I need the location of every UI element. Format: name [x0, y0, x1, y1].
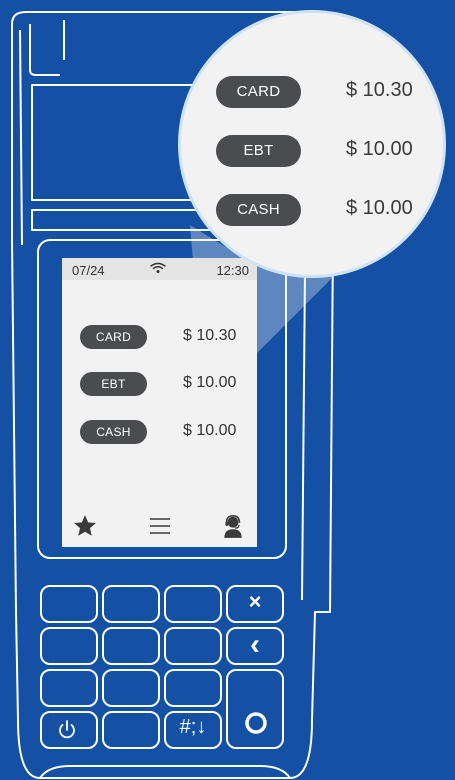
- status-date: 07/24: [72, 263, 105, 278]
- support-agent-icon[interactable]: [220, 513, 246, 544]
- power-icon[interactable]: [55, 718, 79, 747]
- payment-row-ebt[interactable]: EBT $ 10.00: [80, 372, 250, 396]
- menu-icon[interactable]: [148, 513, 172, 544]
- terminal-screen: 07/24 12:30 CARD $ 10.30 EBT $ 10.00 CAS…: [62, 258, 257, 547]
- zoom-payment-amount: $ 10.30: [346, 79, 413, 101]
- payment-method-button[interactable]: CARD: [80, 325, 147, 349]
- status-bar: 07/24 12:30: [62, 258, 257, 280]
- wifi-icon: [150, 262, 166, 277]
- payment-amount: $ 10.00: [183, 374, 237, 391]
- zoom-payment-amount: $ 10.00: [346, 197, 413, 219]
- zoom-magnifier: CARD $ 10.30 EBT $ 10.00 CASH $ 10.00: [178, 10, 446, 278]
- zoom-payment-row-cash: CASH $ 10.00: [216, 194, 436, 226]
- payment-row-card[interactable]: CARD $ 10.30: [80, 325, 250, 349]
- bottom-nav: [62, 511, 257, 547]
- status-time: 12:30: [216, 263, 249, 278]
- payment-method-button[interactable]: CASH: [80, 420, 147, 444]
- symbol-key[interactable]: #;↓: [165, 716, 221, 739]
- zoom-payment-method: EBT: [216, 135, 301, 167]
- payment-row-cash[interactable]: CASH $ 10.00: [80, 420, 250, 444]
- back-key[interactable]: ‹: [227, 628, 283, 662]
- payment-amount: $ 10.30: [183, 327, 237, 344]
- payment-amount: $ 10.00: [183, 422, 237, 439]
- star-icon[interactable]: [72, 513, 98, 544]
- zoom-payment-amount: $ 10.00: [346, 138, 413, 160]
- zoom-payment-method: CASH: [216, 194, 301, 226]
- cancel-key[interactable]: ×: [227, 589, 283, 615]
- zoom-payment-row-ebt: EBT $ 10.00: [216, 135, 436, 167]
- payment-method-button[interactable]: EBT: [80, 372, 147, 396]
- enter-circle-icon[interactable]: [243, 710, 269, 741]
- zoom-payment-row-card: CARD $ 10.30: [216, 76, 436, 108]
- zoom-payment-method: CARD: [216, 76, 301, 108]
